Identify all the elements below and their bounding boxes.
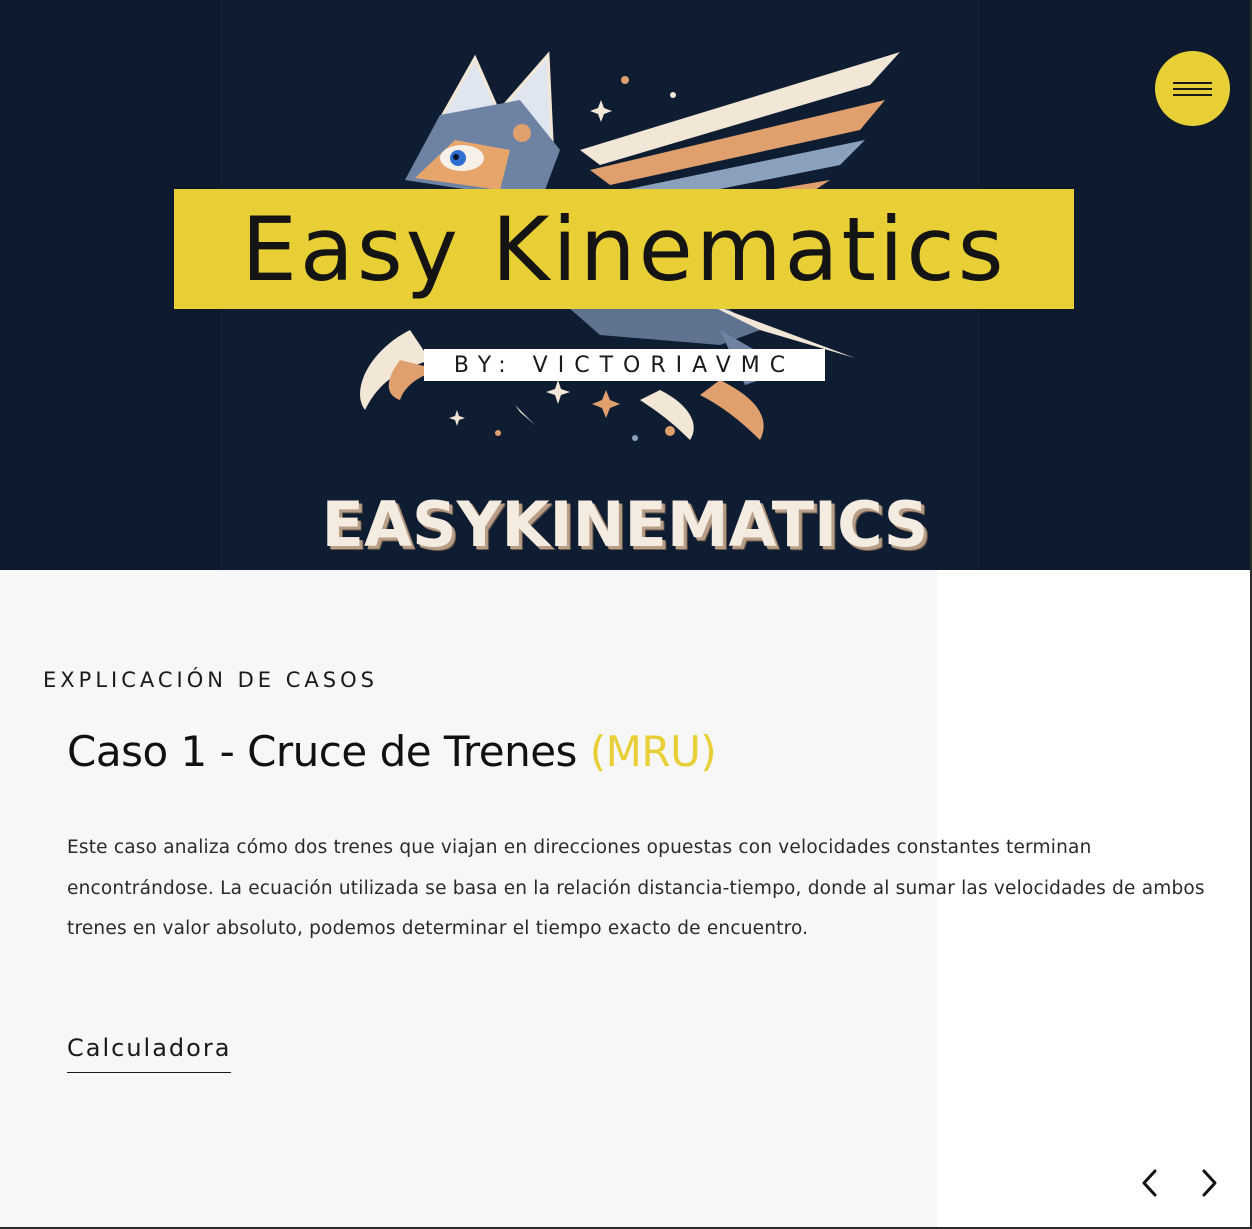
byline-box: BY: VICTORIAVMC xyxy=(424,349,825,381)
case-title-main: Caso 1 - Cruce de Trenes xyxy=(67,727,590,776)
hamburger-menu-icon-line xyxy=(1173,94,1212,96)
section-eyebrow: EXPLICACIÓN DE CASOS xyxy=(43,668,378,692)
chevron-right-icon[interactable] xyxy=(1198,1168,1220,1198)
case-description: Este caso analiza cómo dos trenes que vi… xyxy=(67,837,1205,939)
chevron-left-icon[interactable] xyxy=(1139,1168,1161,1198)
calculator-link[interactable]: Calculadora xyxy=(67,1034,232,1073)
hamburger-menu-icon-line xyxy=(1173,88,1212,90)
case-title: Caso 1 - Cruce de Trenes (MRU) xyxy=(67,727,717,776)
page-frame: Easy Kinematics BY: VICTORIAVMC EASYKINE… xyxy=(0,0,1252,1229)
menu-button[interactable] xyxy=(1155,51,1230,126)
hamburger-menu-icon xyxy=(1173,82,1212,84)
hero-banner: Easy Kinematics BY: VICTORIAVMC EASYKINE… xyxy=(0,0,1250,570)
site-title-box: Easy Kinematics xyxy=(174,189,1074,309)
case-title-accent: (MRU) xyxy=(589,727,717,776)
brand-wordmark: EASYKINEMATICS xyxy=(321,488,929,561)
site-title: Easy Kinematics xyxy=(241,197,1007,301)
byline: BY: VICTORIAVMC xyxy=(453,352,796,378)
